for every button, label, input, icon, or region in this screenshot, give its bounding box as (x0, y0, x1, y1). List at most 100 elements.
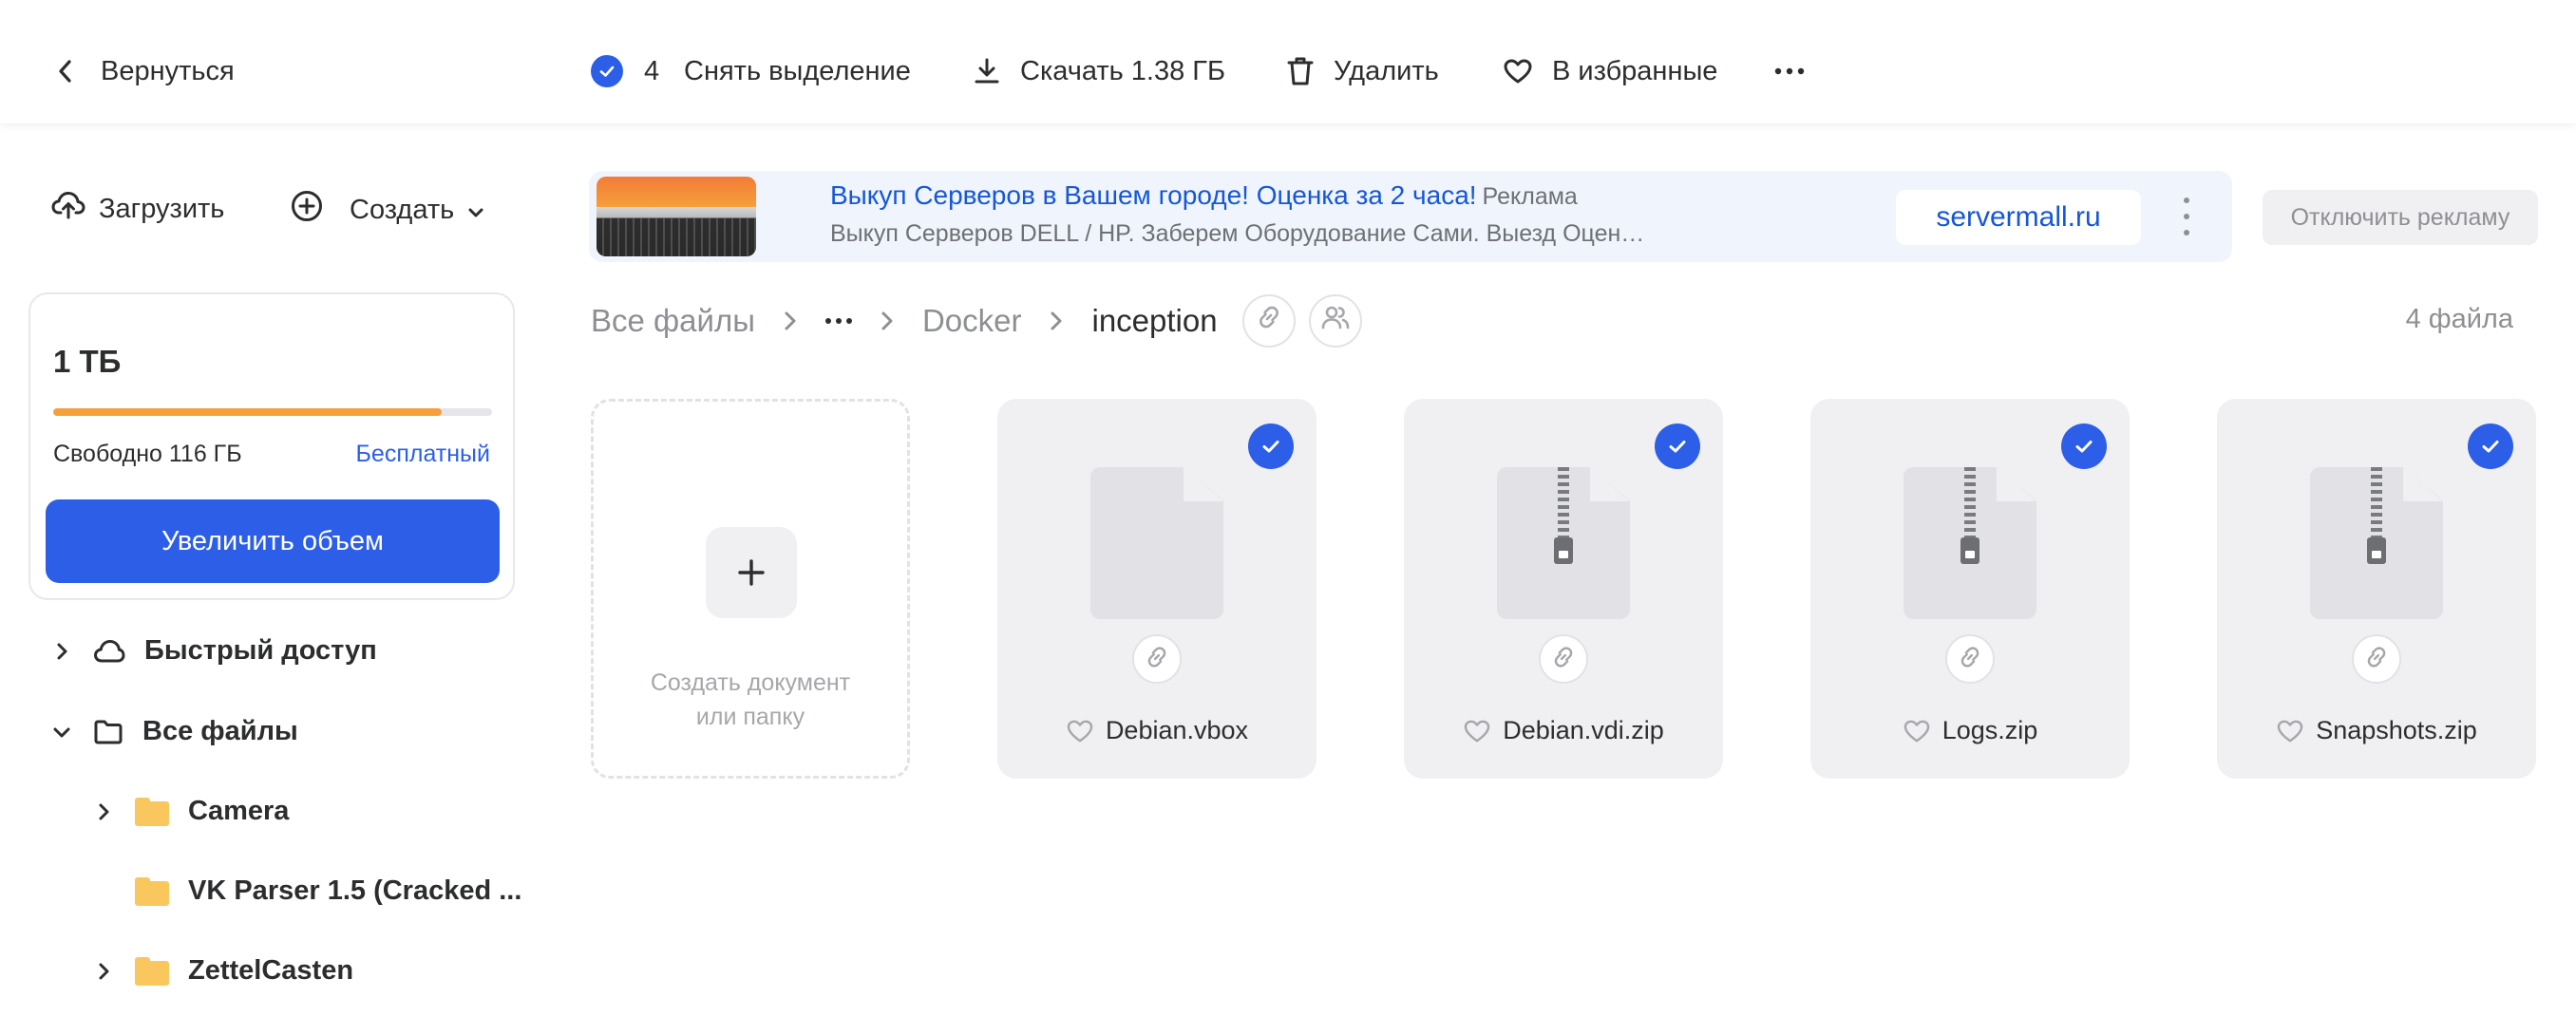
archive-file-icon (1497, 467, 1630, 619)
delete-label: Удалить (1334, 55, 1439, 86)
breadcrumb-ellipsis[interactable] (824, 318, 852, 324)
disable-ads-button[interactable]: Отключить рекламу (2263, 190, 2538, 245)
heart-outline-icon[interactable] (1903, 719, 1931, 743)
plus-icon (706, 527, 797, 618)
file-name: Snapshots.zip (2316, 716, 2477, 744)
link-icon (2363, 644, 2390, 675)
archive-file-icon (2310, 467, 2443, 619)
download-icon (973, 57, 1001, 85)
upload-button[interactable]: Загрузить (51, 190, 224, 228)
delete-button[interactable]: Удалить (1286, 0, 1439, 142)
storage-card: 1 ТБ Свободно 116 ГБ Бесплатный Увеличит… (28, 292, 515, 600)
create-document-tile[interactable]: Создать документ или папку (591, 399, 910, 779)
chevron-right-icon (784, 310, 797, 331)
breadcrumb-parent[interactable]: Docker (922, 303, 1022, 339)
get-link-button[interactable] (1945, 634, 1995, 684)
heart-outline-icon[interactable] (1066, 719, 1094, 743)
plus-circle-icon (291, 190, 323, 230)
deselect-button[interactable]: Снять выделение (684, 0, 911, 142)
heart-icon (1503, 58, 1533, 85)
file-name-row: Snapshots.zip (2217, 716, 2536, 745)
storage-plan-link[interactable]: Бесплатный (356, 441, 490, 468)
trash-icon (1286, 56, 1315, 86)
chevron-right-icon[interactable] (93, 962, 114, 981)
create-label-line1: Создать документ (650, 669, 851, 696)
nav-all-files[interactable]: Все файлы (51, 716, 298, 747)
folder-outline-icon (93, 719, 123, 745)
add-to-favorites-button[interactable]: В избранные (1503, 0, 1717, 142)
back-button[interactable]: Вернуться (55, 0, 235, 142)
nav-quick-access-label: Быстрый доступ (144, 635, 377, 666)
upload-label: Загрузить (99, 193, 225, 224)
chevron-left-icon (55, 59, 76, 84)
breadcrumb-current: inception (1091, 303, 1218, 338)
chevron-down-icon[interactable] (51, 725, 72, 739)
share-with-users-button[interactable] (1308, 294, 1362, 348)
storage-free-text: Свободно 116 ГБ (53, 441, 242, 467)
selected-check-icon[interactable] (2061, 423, 2107, 469)
file-tile[interactable]: Logs.zip (1810, 399, 2130, 779)
ad-menu-icon[interactable] (2177, 198, 2196, 235)
folder-label: VK Parser 1.5 (Cracked ... (188, 875, 522, 906)
selected-check-icon[interactable] (2468, 423, 2513, 469)
file-name: Logs.zip (1941, 716, 2038, 744)
create-document-label: Создать документ или папку (594, 666, 907, 734)
folder-icon (135, 956, 169, 986)
download-button[interactable]: Скачать 1.38 ГБ (973, 0, 1225, 142)
sidebar-folder-camera[interactable]: Camera (93, 796, 289, 827)
storage-usage-bar (53, 408, 492, 416)
more-actions-button[interactable] (1774, 0, 1805, 142)
cloud-icon (93, 638, 125, 665)
chevron-right-icon[interactable] (51, 642, 72, 661)
back-label: Вернуться (101, 55, 235, 86)
selection-toolbar: Вернуться 4 Снять выделение Скачать 1.38… (0, 0, 2576, 123)
chevron-right-icon[interactable] (93, 802, 114, 821)
nav-all-files-label: Все файлы (142, 716, 298, 746)
file-name-row: Debian.vdi.zip (1404, 716, 1723, 745)
favorites-label: В избранные (1552, 55, 1718, 86)
storage-usage-fill (53, 408, 442, 416)
download-label: Скачать 1.38 ГБ (1020, 55, 1226, 86)
get-link-button[interactable] (2352, 634, 2401, 684)
heart-outline-icon[interactable] (1463, 719, 1491, 743)
ad-image (597, 177, 756, 256)
folder-label: ZettelCasten (188, 955, 354, 986)
file-count: 4 файла (2405, 304, 2513, 334)
get-link-button[interactable] (1132, 634, 1182, 684)
chevron-right-icon (881, 310, 894, 331)
file-tile[interactable]: Debian.vbox (997, 399, 1316, 779)
ad-tag: Реклама (1482, 183, 1578, 210)
archive-file-icon (1904, 467, 2036, 619)
ad-site-button[interactable]: servermall.ru (1896, 190, 2141, 245)
users-icon (1320, 303, 1351, 339)
increase-storage-button[interactable]: Увеличить объем (46, 499, 500, 583)
sidebar-folder-vk-parser[interactable]: VK Parser 1.5 (Cracked ... (93, 875, 521, 907)
file-tile[interactable]: Debian.vdi.zip (1404, 399, 1723, 779)
get-link-button[interactable] (1539, 634, 1588, 684)
file-name: Debian.vdi.zip (1503, 716, 1664, 744)
selected-check-icon[interactable] (1248, 423, 1294, 469)
check-circle-icon (591, 55, 623, 87)
folder-icon (135, 876, 169, 906)
nav-quick-access[interactable]: Быстрый доступ (51, 635, 377, 667)
selected-check-icon[interactable] (1655, 423, 1700, 469)
document-file-icon (1090, 467, 1223, 619)
more-horizontal-icon (1774, 67, 1805, 75)
file-name: Debian.vbox (1105, 716, 1249, 744)
link-icon (1255, 303, 1283, 339)
file-tile[interactable]: Snapshots.zip (2217, 399, 2536, 779)
ad-text: Выкуп Серверов DELL / HP. Заберем Оборуд… (830, 220, 1645, 247)
heart-outline-icon[interactable] (2276, 719, 2304, 743)
sidebar-folder-zettelcasten[interactable]: ZettelCasten (93, 955, 353, 987)
share-link-button[interactable] (1241, 294, 1296, 348)
file-name-row: Debian.vbox (997, 716, 1316, 745)
link-icon (1550, 644, 1577, 675)
ad-banner[interactable]: Выкуп Серверов в Вашем городе! Оценка за… (589, 171, 2232, 262)
link-icon (1957, 644, 1983, 675)
breadcrumb-root[interactable]: Все файлы (591, 303, 755, 339)
selected-count: 4 (644, 55, 660, 86)
create-button[interactable]: Создать (291, 190, 484, 230)
folder-label: Camera (188, 796, 290, 826)
chevron-right-icon (1050, 310, 1063, 331)
ad-title-line[interactable]: Выкуп Серверов в Вашем городе! Оценка за… (830, 180, 1780, 211)
